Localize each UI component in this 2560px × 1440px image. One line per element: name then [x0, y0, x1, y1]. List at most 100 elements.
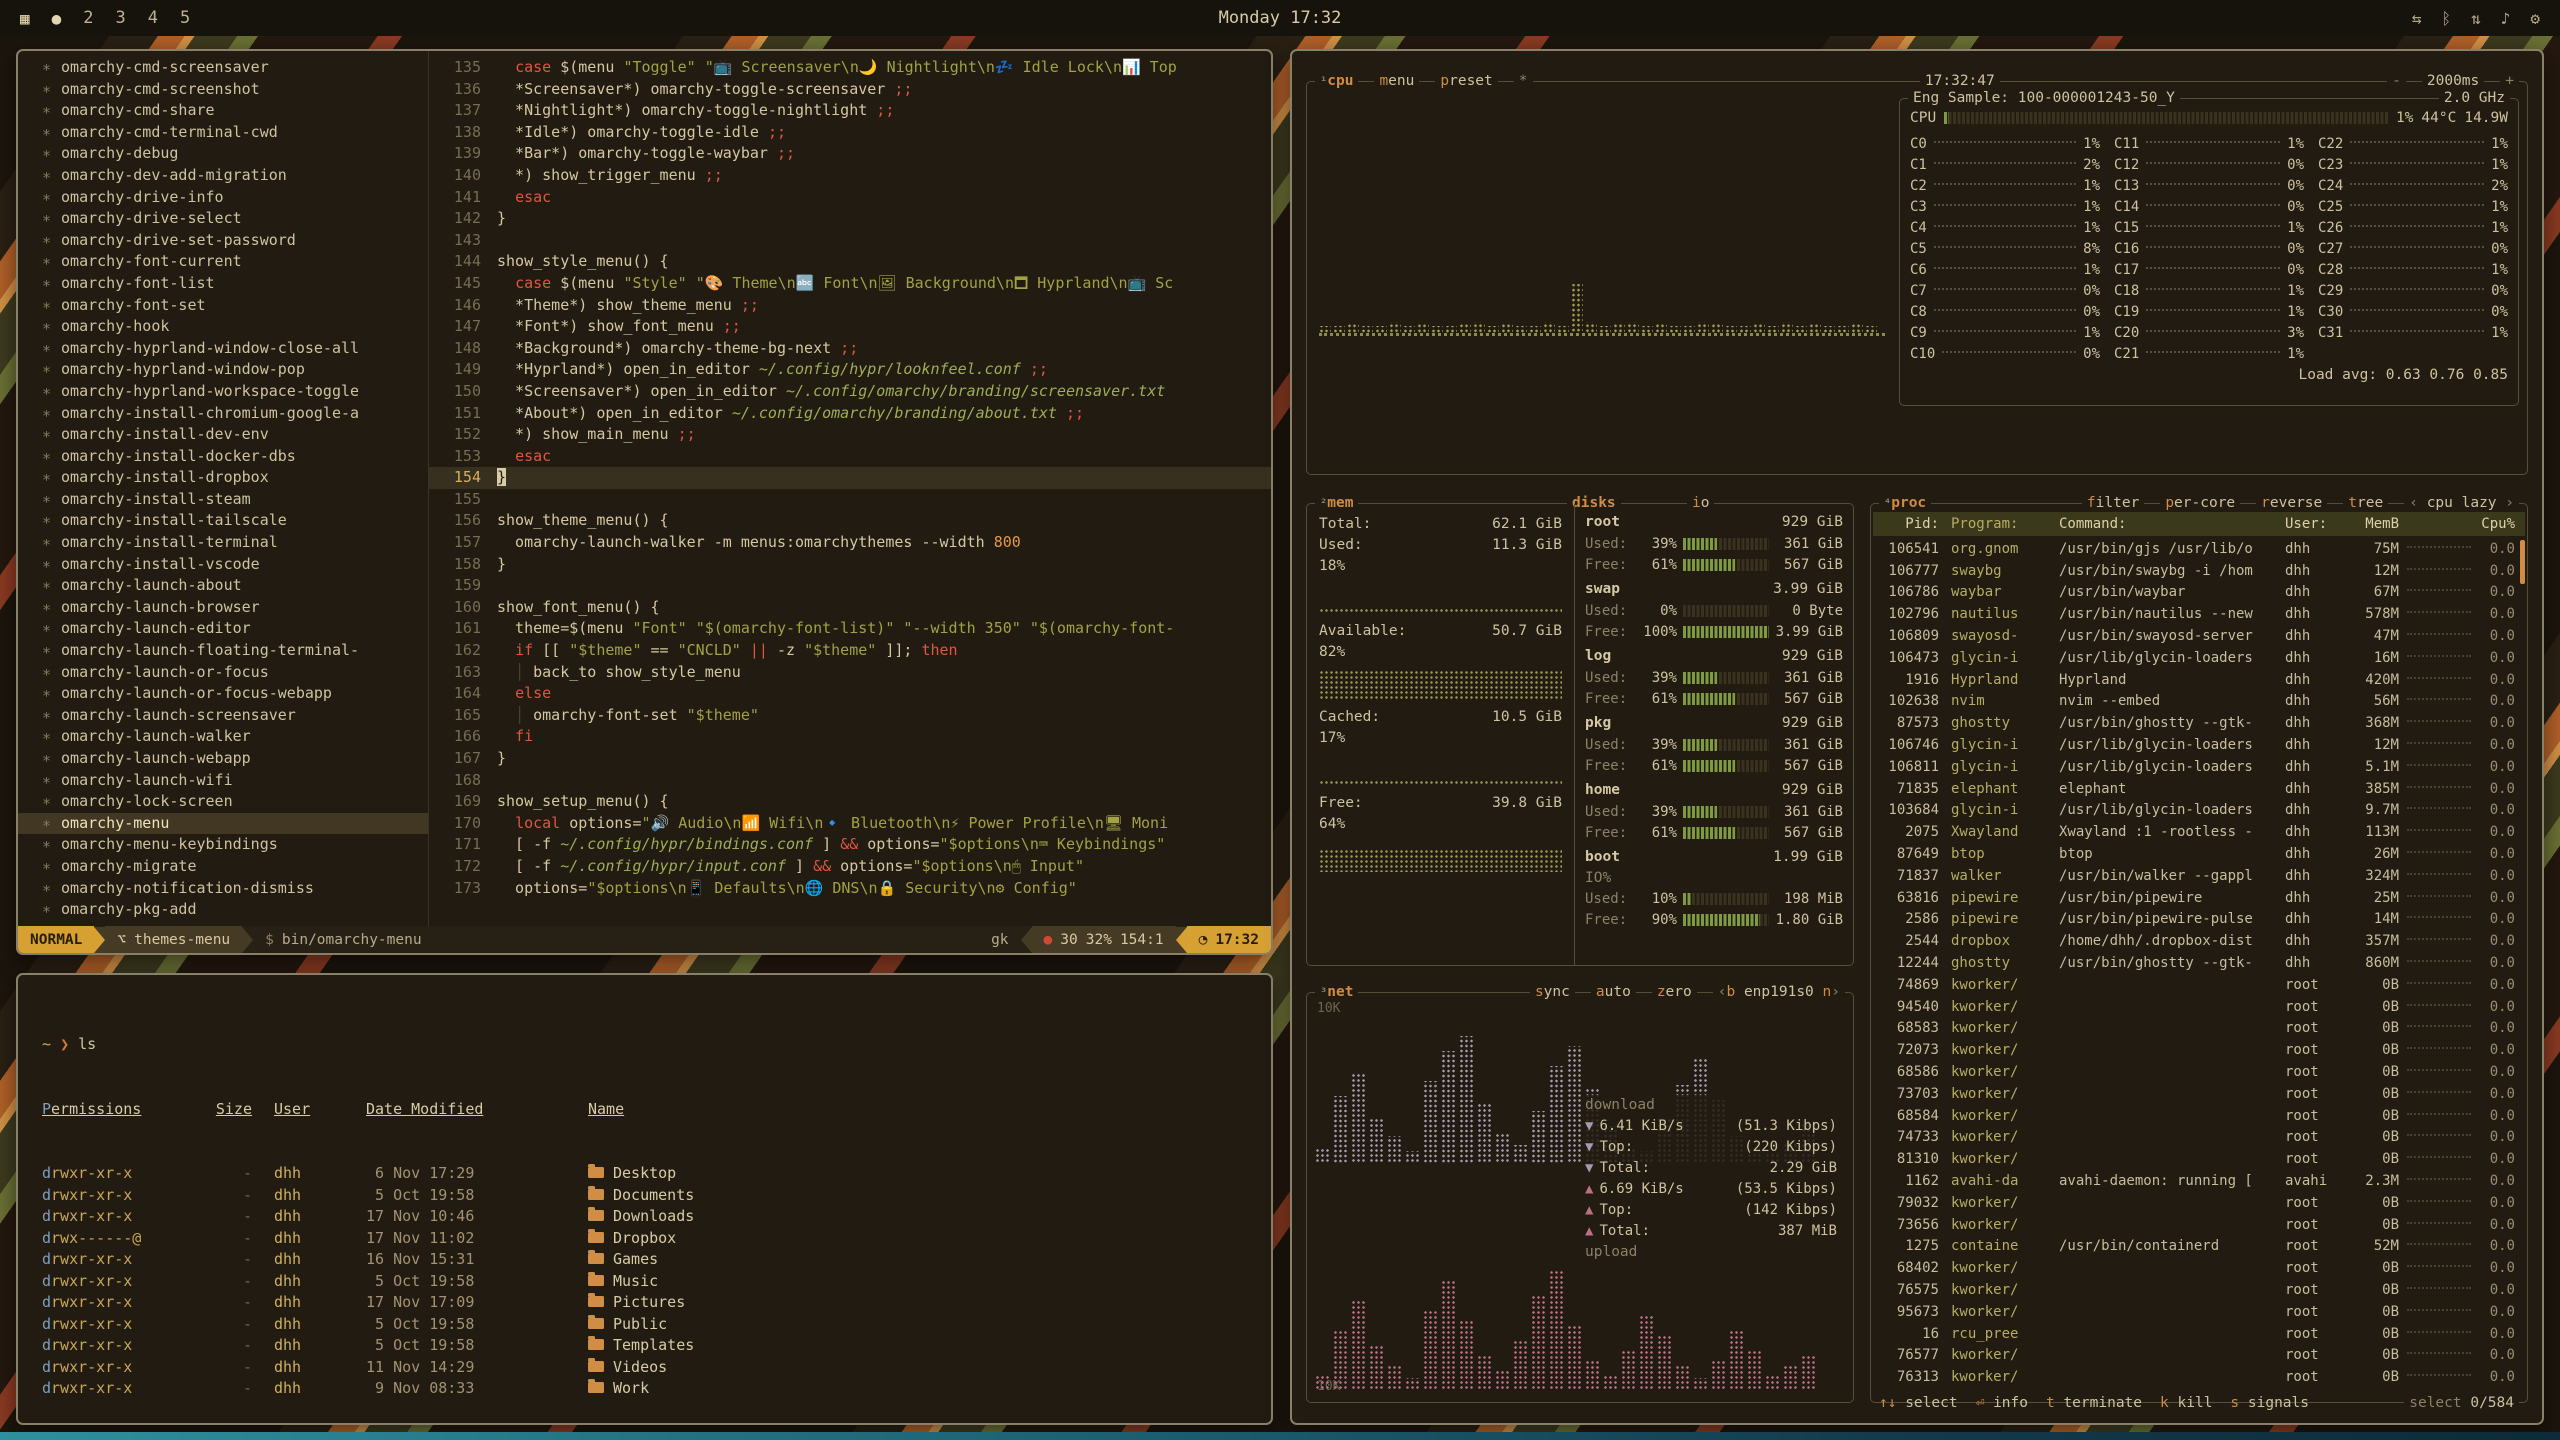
- process-row[interactable]: 87573ghostty/usr/bin/ghostty --gtk-dhh36…: [1873, 712, 2525, 734]
- code-line[interactable]: 139 *Bar*) omarchy-toggle-waybar ;;: [429, 143, 1271, 165]
- file-item[interactable]: ∗omarchy-launch-about: [18, 575, 428, 597]
- file-item[interactable]: ∗omarchy-launch-webapp: [18, 748, 428, 770]
- process-row[interactable]: 81310kworker/root0B0.0: [1873, 1148, 2525, 1170]
- file-item[interactable]: ∗omarchy-notification-dismiss: [18, 878, 428, 900]
- file-item[interactable]: ∗omarchy-drive-info: [18, 187, 428, 209]
- process-row[interactable]: 102796nautilus/usr/bin/nautilus --newdhh…: [1873, 603, 2525, 625]
- file-item[interactable]: ∗omarchy-debug: [18, 143, 428, 165]
- file-item[interactable]: ∗omarchy-launch-walker: [18, 726, 428, 748]
- interval-decrease-button[interactable]: -: [2387, 71, 2406, 91]
- workspace-4[interactable]: 4: [148, 8, 158, 28]
- process-row[interactable]: 76575kworker/root0B0.0: [1873, 1279, 2525, 1301]
- process-row[interactable]: 106746glycin-i/usr/lib/glycin-loadersdhh…: [1873, 734, 2525, 756]
- code-line[interactable]: 144show_style_menu() {: [429, 251, 1271, 273]
- proc-scrollbar[interactable]: [2520, 540, 2525, 584]
- code-line[interactable]: 159: [429, 575, 1271, 597]
- volume-icon[interactable]: ♪: [2501, 9, 2511, 28]
- file-item[interactable]: ∗omarchy-menu: [18, 813, 428, 835]
- proc-terminate-button[interactable]: t terminate: [2046, 1393, 2142, 1413]
- file-item[interactable]: ∗omarchy-launch-or-focus-webapp: [18, 683, 428, 705]
- code-line[interactable]: 165 │ omarchy-font-set "$theme": [429, 705, 1271, 727]
- code-line[interactable]: 150 *Screensaver*) open_in_editor ~/.con…: [429, 381, 1271, 403]
- btop-menu-button[interactable]: menu: [1374, 71, 1419, 91]
- process-row[interactable]: 71835elephantelephantdhh385M0.0: [1873, 778, 2525, 800]
- process-row[interactable]: 106811glycin-i/usr/lib/glycin-loadersdhh…: [1873, 756, 2525, 778]
- process-row[interactable]: 106541org.gnom/usr/bin/gjs /usr/lib/odhh…: [1873, 538, 2525, 560]
- bluetooth-icon[interactable]: ᛒ: [2441, 9, 2451, 28]
- code-line[interactable]: 160show_font_menu() {: [429, 597, 1271, 619]
- file-item[interactable]: ∗omarchy-install-dev-env: [18, 424, 428, 446]
- file-item[interactable]: ∗omarchy-cmd-share: [18, 100, 428, 122]
- code-line[interactable]: 170 local options="🔊 Audio\n📶 Wifi\n🔹 Bl…: [429, 813, 1271, 835]
- workspace-dot-icon[interactable]: ●: [52, 9, 62, 28]
- code-editor[interactable]: 135 case $(menu "Toggle" "📺 Screensaver\…: [428, 51, 1271, 926]
- workspace-1-icon[interactable]: ▦: [20, 9, 30, 28]
- proc-kill-button[interactable]: k kill: [2160, 1393, 2212, 1413]
- process-row[interactable]: 103684glycin-i/usr/lib/glycin-loadersdhh…: [1873, 800, 2525, 822]
- net-auto-toggle[interactable]: auto: [1591, 982, 1636, 1002]
- code-line[interactable]: 147 *Font*) show_font_menu ;;: [429, 316, 1271, 338]
- code-line[interactable]: 145 case $(menu "Style" "🎨 Theme\n🔤 Font…: [429, 273, 1271, 295]
- code-line[interactable]: 149 *Hyprland*) open_in_editor ~/.config…: [429, 359, 1271, 381]
- process-row[interactable]: 71837walker/usr/bin/walker --gappldhh324…: [1873, 865, 2525, 887]
- code-line[interactable]: 171 [ -f ~/.config/hypr/bindings.conf ] …: [429, 834, 1271, 856]
- code-line[interactable]: 135 case $(menu "Toggle" "📺 Screensaver\…: [429, 57, 1271, 79]
- file-item[interactable]: ∗omarchy-launch-screensaver: [18, 705, 428, 727]
- proc-filter-button[interactable]: filter: [2082, 493, 2144, 513]
- file-item[interactable]: ∗omarchy-install-terminal: [18, 532, 428, 554]
- net-zero-toggle[interactable]: zero: [1652, 982, 1697, 1002]
- code-line[interactable]: 163 │ back_to show_style_menu: [429, 662, 1271, 684]
- process-row[interactable]: 68584kworker/root0B0.0: [1873, 1105, 2525, 1127]
- code-line[interactable]: 172 [ -f ~/.config/hypr/input.conf ] && …: [429, 856, 1271, 878]
- file-item[interactable]: ∗omarchy-menu-keybindings: [18, 834, 428, 856]
- settings-icon[interactable]: ⚙: [2530, 9, 2540, 28]
- process-row[interactable]: 1916HyprlandHyprlanddhh420M0.0: [1873, 669, 2525, 691]
- code-line[interactable]: 151 *About*) open_in_editor ~/.config/om…: [429, 403, 1271, 425]
- file-item[interactable]: ∗omarchy-pkg-add: [18, 899, 428, 921]
- code-line[interactable]: 142}: [429, 208, 1271, 230]
- file-item[interactable]: ∗omarchy-hyprland-workspace-toggle: [18, 381, 428, 403]
- file-item[interactable]: ∗omarchy-install-tailscale: [18, 510, 428, 532]
- workspace-2[interactable]: 2: [83, 8, 93, 28]
- file-item[interactable]: ∗omarchy-lock-screen: [18, 791, 428, 813]
- process-row[interactable]: 106786waybar/usr/bin/waybardhh67M0.0: [1873, 582, 2525, 604]
- process-table-header[interactable]: Pid: Program: Command: User: MemB Cpu%: [1873, 512, 2525, 536]
- file-item[interactable]: ∗omarchy-hyprland-window-close-all: [18, 338, 428, 360]
- code-line[interactable]: 140 *) show_trigger_menu ;;: [429, 165, 1271, 187]
- file-item[interactable]: ∗omarchy-launch-browser: [18, 597, 428, 619]
- file-item[interactable]: ∗omarchy-launch-wifi: [18, 770, 428, 792]
- process-row[interactable]: 1275containe/usr/bin/containerdroot52M0.…: [1873, 1236, 2525, 1258]
- process-row[interactable]: 74733kworker/root0B0.0: [1873, 1127, 2525, 1149]
- code-line[interactable]: 166 fi: [429, 726, 1271, 748]
- process-row[interactable]: 95673kworker/root0B0.0: [1873, 1301, 2525, 1323]
- file-item[interactable]: ∗omarchy-install-vscode: [18, 554, 428, 576]
- cast-icon[interactable]: ⇆: [2412, 9, 2422, 28]
- process-row[interactable]: 74869kworker/root0B0.0: [1873, 974, 2525, 996]
- code-line[interactable]: 154}: [429, 467, 1271, 489]
- process-row[interactable]: 63816pipewire/usr/bin/pipewiredhh25M0.0: [1873, 887, 2525, 909]
- workspace-3[interactable]: 3: [116, 8, 126, 28]
- process-row[interactable]: 68583kworker/root0B0.0: [1873, 1018, 2525, 1040]
- process-row[interactable]: 16rcu_preeroot0B0.0: [1873, 1323, 2525, 1345]
- process-row[interactable]: 106777swaybg/usr/bin/swaybg -i /homdhh12…: [1873, 560, 2525, 582]
- process-row[interactable]: 1162avahi-daavahi-daemon: running [avahi…: [1873, 1170, 2525, 1192]
- code-line[interactable]: 156show_theme_menu() {: [429, 510, 1271, 532]
- code-line[interactable]: 169show_setup_menu() {: [429, 791, 1271, 813]
- process-row[interactable]: 87649btopbtopdhh26M0.0: [1873, 843, 2525, 865]
- workspace-5[interactable]: 5: [180, 8, 190, 28]
- proc-signals-button[interactable]: s signals: [2230, 1393, 2309, 1413]
- file-item[interactable]: ∗omarchy-launch-floating-terminal-: [18, 640, 428, 662]
- file-item[interactable]: ∗omarchy-launch-editor: [18, 618, 428, 640]
- code-line[interactable]: 137 *Nightlight*) omarchy-toggle-nightli…: [429, 100, 1271, 122]
- code-line[interactable]: 164 else: [429, 683, 1271, 705]
- proc-reverse-toggle[interactable]: reverse: [2256, 493, 2327, 513]
- file-item[interactable]: ∗omarchy-launch-or-focus: [18, 662, 428, 684]
- code-line[interactable]: 173 options="$options\n📱 Defaults\n🌐 DNS…: [429, 878, 1271, 900]
- proc-info-button[interactable]: ⏎ info: [1976, 1393, 2028, 1413]
- proc-per-core-toggle[interactable]: per-core: [2160, 493, 2240, 513]
- file-item[interactable]: ∗omarchy-font-current: [18, 251, 428, 273]
- network-icon[interactable]: ⇅: [2471, 9, 2481, 28]
- code-line[interactable]: 152 *) show_main_menu ;;: [429, 424, 1271, 446]
- code-line[interactable]: 158}: [429, 554, 1271, 576]
- file-item[interactable]: ∗omarchy-font-set: [18, 295, 428, 317]
